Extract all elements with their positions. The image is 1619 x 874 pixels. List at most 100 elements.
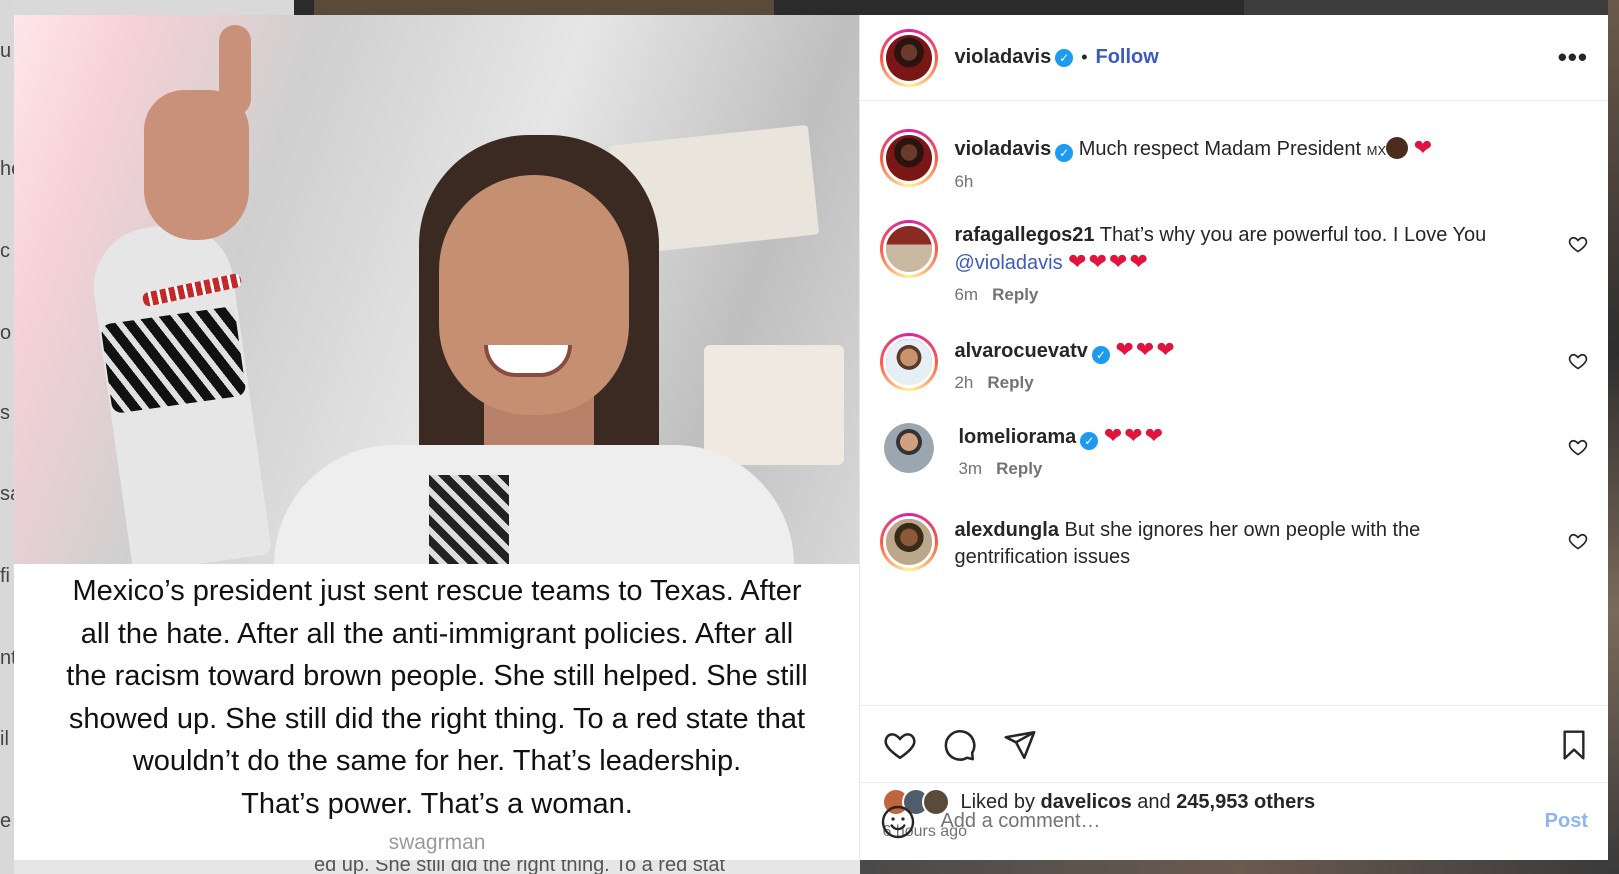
backdrop-bottom-strip: ed up. She still did the right thing. To…	[14, 860, 864, 874]
add-comment-bar: Post	[860, 782, 1608, 860]
caption-line: wouldn’t do the same for her. That’s lea…	[132, 745, 742, 778]
separator-dot: •	[1081, 47, 1088, 67]
backdrop-fragment: e	[0, 810, 12, 832]
reply-button[interactable]: Reply	[992, 285, 1038, 304]
post-header: violadavis ✓ • Follow •••	[860, 15, 1608, 101]
comment-avatar[interactable]	[880, 513, 939, 571]
mexico-flag-icon: MX	[1366, 143, 1387, 158]
backdrop-fragment: o	[0, 322, 12, 344]
comment-time: 6h	[954, 172, 974, 191]
author-username[interactable]: violadavis	[954, 46, 1051, 69]
caption-line: That’s power. That’s a woman.	[241, 787, 633, 820]
comment-time: 3m	[958, 459, 983, 478]
comment-item: alvarocuevatv ✓ ❤❤❤ 2h Reply	[880, 333, 1588, 393]
photo-face	[439, 175, 629, 415]
post-modal: Mexico’s president just sent rescue team…	[14, 15, 1608, 860]
comment-meta: 2h Reply	[954, 373, 1548, 393]
comment-mention-link[interactable]: @violadavis	[954, 252, 1062, 274]
heart-emoji-icon: ❤❤❤	[1103, 424, 1166, 449]
comment-text: alexdungla But she ignores her own peopl…	[954, 517, 1548, 571]
comments-list[interactable]: violadavis ✓ Much respect Madam President…	[860, 101, 1608, 705]
comment-avatar[interactable]	[880, 220, 939, 278]
verified-icon: ✓	[1091, 346, 1110, 364]
more-options-icon[interactable]: •••	[1558, 42, 1588, 73]
verified-icon: ✓	[1080, 432, 1099, 450]
comment-body: violadavis ✓ Much respect Madam President…	[954, 129, 1588, 192]
post-photo	[14, 15, 860, 564]
comment-meta: 6h	[954, 172, 1548, 192]
comment-item: alexdungla But she ignores her own peopl…	[880, 513, 1588, 571]
comment-content: That’s why you are powerful too. I Love …	[1099, 224, 1487, 246]
post-side-panel: violadavis ✓ • Follow ••• violadavis ✓ Mu…	[859, 15, 1608, 860]
backdrop-bottom-text: ed up. She still did the right thing. To…	[314, 860, 725, 874]
comment-username[interactable]: alexdungla	[954, 519, 1058, 541]
caption-line: showed up. She still did the right thing…	[68, 702, 806, 735]
comment-username[interactable]: rafagallegos21	[954, 224, 1094, 246]
avatar-image	[884, 423, 935, 473]
comment-avatar[interactable]	[884, 423, 935, 473]
photo-thumb	[219, 25, 251, 115]
post-media[interactable]: Mexico’s president just sent rescue team…	[14, 15, 860, 860]
action-icons	[882, 728, 1038, 762]
avatar-image	[886, 34, 933, 81]
post-comment-button[interactable]: Post	[1545, 810, 1588, 833]
follow-button[interactable]: Follow	[1096, 46, 1159, 69]
backdrop-bottom-right	[860, 860, 1619, 874]
comment-username[interactable]: violadavis	[954, 138, 1051, 160]
backdrop-fragment: il	[0, 728, 9, 750]
backdrop-fragment: fi	[0, 565, 10, 587]
comment-text: violadavis ✓ Much respect Madam President…	[954, 135, 1548, 164]
heart-emoji-icon: ❤❤❤	[1115, 338, 1177, 363]
comment-meta: 3m Reply	[958, 459, 1548, 479]
comment-body: alexdungla But she ignores her own peopl…	[954, 513, 1588, 571]
photo-background-panel	[704, 345, 844, 465]
comment-content: Much respect Madam President	[1078, 138, 1367, 160]
comment-text: alvarocuevatv ✓ ❤❤❤	[954, 337, 1548, 365]
comment-time: 6m	[954, 285, 979, 304]
like-heart-icon[interactable]	[882, 728, 918, 762]
comment-item: lomeliorama ✓ ❤❤❤ 3m Reply	[880, 423, 1588, 479]
backdrop-fragment: c	[0, 240, 10, 262]
avatar-image	[886, 519, 933, 565]
image-caption: Mexico’s president just sent rescue team…	[14, 564, 860, 860]
heart-emoji-icon: ❤❤❤❤	[1068, 250, 1150, 275]
backdrop-top-strip	[14, 0, 1619, 16]
like-comment-heart-icon[interactable]	[1568, 234, 1588, 254]
comment-username[interactable]: alvarocuevatv	[954, 340, 1087, 362]
bookmark-icon[interactable]	[1558, 728, 1590, 762]
caption-text: Mexico’s president just sent rescue team…	[14, 564, 859, 860]
fist-emoji-icon	[1386, 137, 1409, 159]
backdrop-fragment: u	[0, 40, 12, 62]
comment-body: rafagallegos21 That’s why you are powerf…	[954, 220, 1588, 305]
avatar-image	[886, 135, 933, 181]
comment-time: 2h	[954, 373, 974, 392]
author-avatar[interactable]	[880, 28, 939, 87]
comment-input[interactable]	[938, 809, 1545, 834]
reply-button[interactable]: Reply	[996, 459, 1042, 478]
comment-body: lomeliorama ✓ ❤❤❤ 3m Reply	[958, 423, 1588, 479]
backdrop-fragment: s	[0, 402, 10, 424]
comment-avatar[interactable]	[880, 129, 939, 187]
comment-body: alvarocuevatv ✓ ❤❤❤ 2h Reply	[954, 333, 1588, 393]
like-comment-heart-icon[interactable]	[1568, 351, 1588, 371]
caption-credit: swagrman	[388, 830, 486, 854]
caption-line: Mexico’s president just sent rescue team…	[72, 575, 802, 607]
like-comment-heart-icon[interactable]	[1568, 437, 1588, 457]
comment-text: rafagallegos21 That’s why you are powerf…	[954, 222, 1548, 277]
comment-bubble-icon[interactable]	[942, 728, 978, 762]
verified-icon: ✓	[1055, 144, 1074, 162]
comment-avatar[interactable]	[880, 333, 939, 391]
reply-button[interactable]: Reply	[987, 373, 1033, 392]
caption-line: all the hate. After all the anti-immigra…	[80, 617, 794, 650]
emoji-smiley-icon[interactable]	[880, 804, 916, 840]
like-comment-heart-icon[interactable]	[1568, 531, 1588, 551]
share-send-icon[interactable]	[1002, 728, 1038, 762]
avatar-image	[886, 226, 933, 272]
comment-text: lomeliorama ✓ ❤❤❤	[958, 423, 1548, 451]
photo-jacket	[274, 445, 794, 564]
comment-item: violadavis ✓ Much respect Madam President…	[880, 129, 1588, 192]
comment-username[interactable]: lomeliorama	[958, 426, 1076, 448]
avatar-image	[886, 339, 933, 385]
comment-item: rafagallegos21 That’s why you are powerf…	[880, 220, 1588, 305]
comment-meta: 6m Reply	[954, 285, 1548, 305]
